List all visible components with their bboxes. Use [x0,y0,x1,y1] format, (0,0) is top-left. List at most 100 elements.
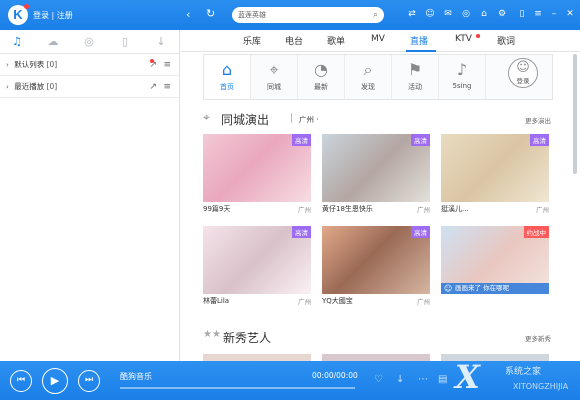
login-register-link[interactable]: 登录 | 注册 [33,10,73,21]
mini-mode-icon[interactable]: ▯ [516,8,528,20]
scrollbar-thumb[interactable] [573,54,577,174]
download-icon[interactable]: ↓ [396,374,404,385]
hd-badge: 高清 [411,226,430,238]
subnav-login[interactable]: ☺ 登录 [508,58,538,88]
menu-icon[interactable]: ≡ [532,8,544,20]
minimize-icon[interactable]: – [548,8,560,20]
tab-playlists[interactable]: 歌单 [327,34,345,47]
search-icon: ⌕ [363,60,373,79]
subnav-label: 首页 [220,83,234,91]
radio-icon[interactable]: ◎ [82,35,96,49]
search-placeholder: 蓝莲英雄 [238,11,266,19]
skin-icon[interactable]: ◎ [460,8,472,20]
stream-card[interactable]: 高清 林蕾Lila 广州 [203,226,311,306]
notification-dot [24,4,29,9]
play-button[interactable]: ▶ [42,368,68,394]
stream-thumbnail[interactable]: 高清 [203,226,311,294]
stream-location: 广州 [417,298,430,306]
chevron-right-icon: › [6,83,9,91]
stream-thumbnail[interactable]: 高清 [322,134,430,202]
scrollbar[interactable] [573,54,578,354]
tab-ktv[interactable]: KTV [455,34,472,44]
subnav-latest[interactable]: ◔ 最新 [298,55,345,99]
divider [291,113,292,123]
heart-icon[interactable]: ♡ [374,374,383,385]
playlist-name: 默认列表 [14,60,45,69]
flag-icon: ⚑ [407,60,423,79]
user-icon: ☺ [516,60,530,75]
subnav-discover[interactable]: ⌕ 发现 [345,55,392,99]
list-menu-icon[interactable]: ≡ [163,76,171,98]
tab-lyrics[interactable]: 歌词 [497,34,515,47]
refresh-icon[interactable]: ↻ [206,7,215,20]
clock-icon: ◔ [314,60,328,79]
back-arrow-icon[interactable]: ‹ [186,8,190,21]
stream-card[interactable]: 高清 挺溪儿... 广州 [441,134,549,214]
watermark: X 系统之家 XITONGZHIJIA [455,358,580,400]
stream-card[interactable]: 高清 YQ大國宝 广州 [322,226,430,306]
hd-badge: 高清 [292,134,311,146]
stream-location: 广州 [298,298,311,306]
playlist-default[interactable]: › 默认列表 [0] ↗ ≡ [0,54,179,76]
subnav-home[interactable]: ⌂ 首页 [204,55,251,99]
stream-card[interactable]: 高清 黄仔18生恩快乐 广州 [322,134,430,214]
stream-title: 99篇9天 [203,205,231,213]
search-input[interactable]: 蓝莲英雄 ⌕ [232,7,384,23]
playlist-recent[interactable]: › 最近播放 [0] ↗ ≡ [0,76,179,98]
subnav-local[interactable]: ⌖ 同城 [251,55,298,99]
guitar-icon: ♪ [456,60,468,79]
city-select[interactable]: 广州 · [299,114,319,125]
more-artists-link[interactable]: 更多新秀 [525,333,551,343]
next-button[interactable]: ⏭ [78,370,100,392]
mail-icon[interactable]: ✉ [442,8,454,20]
stream-footer-bar: ☺ 画画来了 你在哪呢 [441,283,549,294]
download-icon[interactable]: ↓ [154,35,168,49]
settings-icon[interactable]: ⚙ [496,8,508,20]
artist-thumbnail[interactable] [322,354,430,361]
stream-card[interactable]: 约战中 ☺ 画画来了 你在哪呢 [441,226,549,306]
previous-button[interactable]: ⏮ [10,370,32,392]
section-title: 新秀艺人 [223,331,272,345]
notification-dot [150,59,154,63]
stream-title: YQ大國宝 [322,297,353,305]
more-icon[interactable]: ⋯ [418,374,428,385]
stream-thumbnail[interactable]: 约战中 ☺ 画画来了 你在哪呢 [441,226,549,294]
progress-bar[interactable] [120,387,355,389]
watermark-subtext: XITONGZHIJIA [513,382,569,391]
artist-thumbnail[interactable] [203,354,311,361]
stream-title: 黄仔18生恩快乐 [322,205,373,213]
challenge-badge: 约战中 [523,226,549,238]
sync-icon[interactable]: ⇄ [406,8,418,20]
tab-library[interactable]: 乐库 [243,34,261,47]
stream-location: 广州 [417,206,430,214]
game-icon[interactable]: ☺ [424,8,436,20]
home-icon: ⌂ [221,60,233,79]
stream-thumbnail[interactable]: 高清 [203,134,311,202]
stream-thumbnail[interactable]: 高清 [441,134,549,202]
tab-live[interactable]: 直播 [410,34,428,47]
close-icon[interactable]: ✕ [564,8,576,20]
watermark-text: 系统之家 [505,367,542,377]
music-note-icon[interactable]: ♫ [10,35,24,49]
tab-radio[interactable]: 电台 [285,34,303,47]
main-content: 乐库 电台 歌单 MV 直播 KTV 歌词 ⌂ 首页 ⌖ 同城 ◔ 最新 ⌕ 发… [181,30,580,361]
more-shows-link[interactable]: 更多演出 [525,115,551,125]
stars-icon: ★★ [203,329,221,340]
tshirt-icon[interactable]: ⌂ [478,8,490,20]
phone-icon[interactable]: ▯ [118,35,132,49]
subnav-5sing[interactable]: ♪ 5sing [439,55,486,99]
tab-mv[interactable]: MV [371,34,385,44]
share-icon[interactable]: ↗ [149,76,157,98]
subnav-events[interactable]: ⚑ 活动 [392,55,439,99]
section-title: 同城演出 [221,113,270,127]
stream-thumbnail[interactable]: 高清 [322,226,430,294]
stream-card[interactable]: 高清 99篇9天 广州 [203,134,311,214]
hd-badge: 高清 [530,134,549,146]
subnav-label: 活动 [408,83,422,91]
list-menu-icon[interactable]: ≡ [163,54,171,76]
share-icon[interactable]: ↗ [149,54,157,76]
title-bar: K 登录 | 注册 ‹ ↻ 蓝莲英雄 ⌕ ⇄ ☺ ✉ ◎ ⌂ ⚙ ▯ ≡ – ✕ [0,0,580,30]
search-icon[interactable]: ⌕ [373,7,378,23]
cloud-icon[interactable]: ☁ [46,35,60,49]
lyrics-icon[interactable]: ▤ [438,374,447,385]
